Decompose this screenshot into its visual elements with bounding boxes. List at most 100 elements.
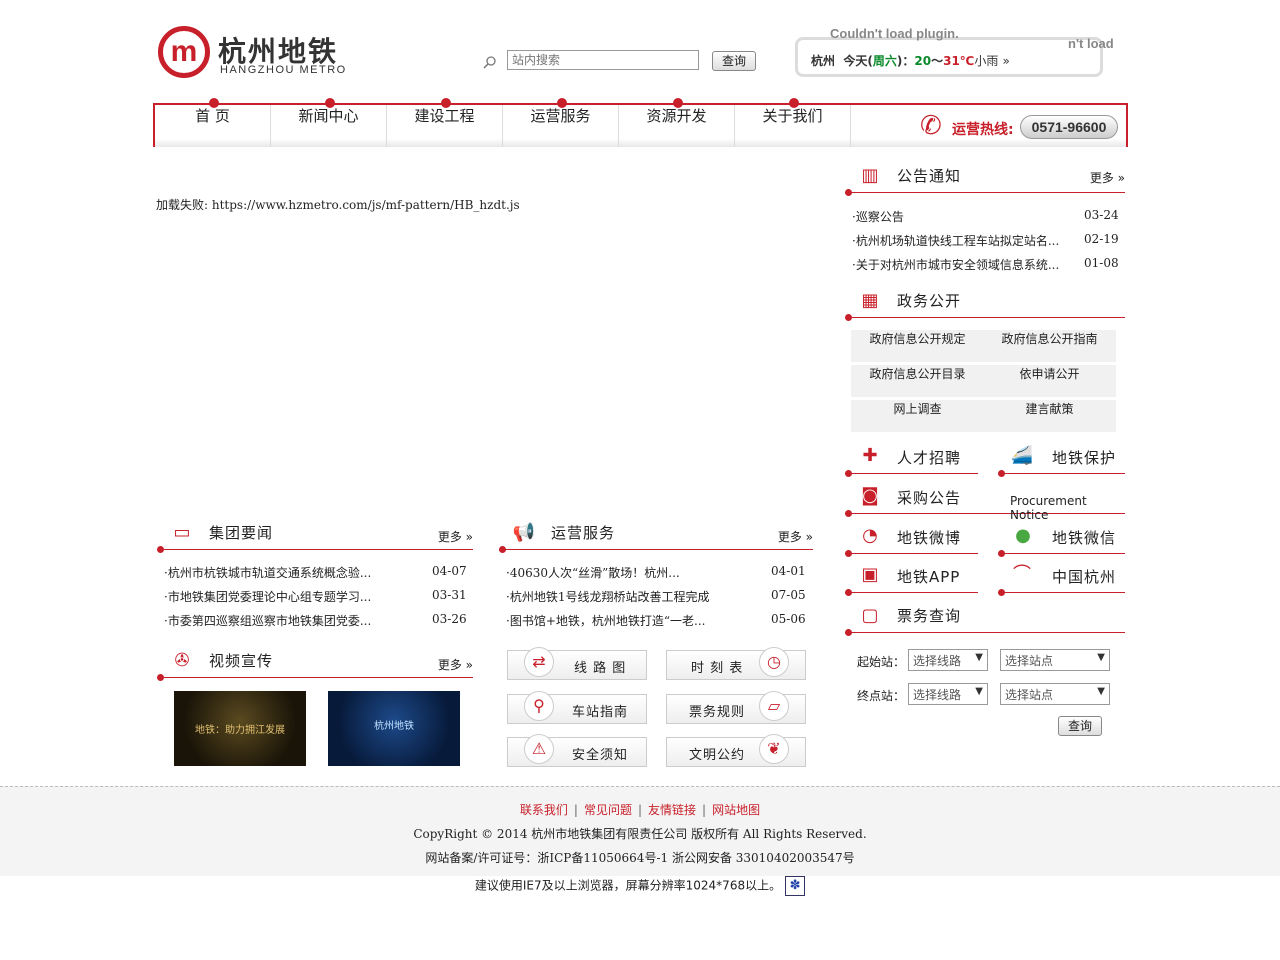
search-input[interactable] <box>507 50 699 70</box>
ticket-rules-button[interactable]: 票务规则 ▱ <box>666 691 806 724</box>
group-news-item[interactable]: ·市地铁集团党委理论中心组专题学习... <box>164 588 371 605</box>
section-dot <box>998 550 1005 557</box>
video-more-link[interactable]: 更多 » <box>438 656 473 673</box>
protect-label: 地铁保护 <box>1052 449 1117 467</box>
nav-item-about[interactable]: 关于我们 <box>735 105 851 147</box>
recruit-link[interactable]: ✚ 人才招聘 <box>845 440 978 477</box>
weather-close: )： <box>896 54 915 68</box>
ticket-query-header: ▢ 票务查询 <box>845 599 1125 636</box>
group-news-date: 03-31 <box>432 588 467 602</box>
gov-cell-survey[interactable]: 网上调查 <box>851 400 984 432</box>
monitor-icon: ▢ <box>861 605 879 626</box>
ticket-query-button[interactable]: 查询 <box>1058 716 1102 736</box>
ops-service-header: 📢 运营服务 更多 » <box>499 516 813 553</box>
hotline-label: 运营热线: <box>952 122 1014 138</box>
section-dot <box>845 470 852 477</box>
nav-dot <box>673 98 683 108</box>
site-logo[interactable]: m 杭州地铁 HANGZHOU METRO <box>158 26 348 80</box>
group-news-item[interactable]: ·杭州市杭铁城市轨道交通系统概念验... <box>164 564 371 581</box>
route-map-label: 线 路 图 <box>574 661 627 676</box>
nav-dot <box>557 98 567 108</box>
hotline-number: 0571-96600 <box>1020 115 1118 139</box>
gov-cell-regulation[interactable]: 政府信息公开规定 <box>851 330 984 362</box>
video-caption: 杭州地铁 <box>374 721 414 732</box>
gov-cell-application[interactable]: 依申请公开 <box>983 365 1116 397</box>
procure-link[interactable]: ◙ 采购公告 Procurement Notice <box>845 480 1125 522</box>
video-thumbnail[interactable]: 地铁：助力拥江发展 <box>174 691 306 766</box>
group-news-more-link[interactable]: 更多 » <box>438 528 473 545</box>
location-pin-icon: ⚲ <box>524 691 554 721</box>
notice-item[interactable]: ·杭州机场轨道快线工程车站拟定站名... <box>852 232 1059 249</box>
nav-item-resource[interactable]: 资源开发 <box>619 105 735 147</box>
video-thumbnail[interactable]: 杭州地铁 <box>328 691 460 766</box>
procure-icon: ◙ <box>861 485 879 506</box>
weather-weekday: 周六 <box>872 54 897 68</box>
notice-item[interactable]: ·关于对杭州市城市安全领域信息系统... <box>852 256 1059 273</box>
group-news-date: 04-07 <box>432 564 467 578</box>
stats-paw-icon[interactable]: ✽ <box>785 876 806 896</box>
china-hangzhou-link[interactable]: ⌒ 中国杭州 <box>998 559 1125 596</box>
gov-cell-suggestion[interactable]: 建言献策 <box>983 400 1116 432</box>
section-dot <box>845 550 852 557</box>
safety-icon: ⚠ <box>524 734 554 764</box>
weibo-label: 地铁微博 <box>897 529 962 547</box>
section-dot <box>499 546 506 553</box>
station-guide-button[interactable]: ⚲ 车站指南 <box>507 691 647 724</box>
footer-link-friends[interactable]: 友情链接 <box>648 803 696 817</box>
start-station-select[interactable]: 选择站点 ▼ <box>1000 649 1110 671</box>
video-header: ✇ 视频宣传 更多 » <box>157 644 473 681</box>
ops-news-date: 07-05 <box>771 588 806 602</box>
end-line-value: 选择线路 <box>913 688 962 702</box>
notice-date: 01-08 <box>1084 256 1119 270</box>
footer-link-faq[interactable]: 常见问题 <box>584 803 632 817</box>
nav-item-news[interactable]: 新闻中心 <box>271 105 387 147</box>
civility-pact-button[interactable]: 文明公约 ❦ <box>666 734 806 767</box>
wechat-label: 地铁微信 <box>1052 529 1117 547</box>
timetable-button[interactable]: 时 刻 表 ◷ <box>666 647 806 680</box>
section-dot <box>998 470 1005 477</box>
group-news-title: 集团要闻 <box>209 524 274 542</box>
ops-news-item[interactable]: ·杭州地铁1号线龙翔桥站改善工程完成 <box>506 588 709 605</box>
ops-service-more-link[interactable]: 更多 » <box>778 528 813 545</box>
ops-news-item[interactable]: ·40630人次“丝滑”散场！杭州... <box>506 564 680 581</box>
megaphone-icon: 📢 <box>512 522 536 543</box>
protect-link[interactable]: 🚄 地铁保护 <box>998 440 1125 477</box>
nav-item-home[interactable]: 首 页 <box>155 105 271 147</box>
search-button[interactable]: 查询 <box>712 51 756 71</box>
recruit-label: 人才招聘 <box>897 449 962 467</box>
ops-service-title: 运营服务 <box>551 524 616 542</box>
section-dot <box>845 510 852 517</box>
station-guide-label: 车站指南 <box>572 705 629 720</box>
notice-date: 03-24 <box>1084 208 1119 222</box>
notice-item[interactable]: ·巡察公告 <box>852 208 904 225</box>
ticket-query-title: 票务查询 <box>897 607 962 625</box>
chevron-down-icon: ▼ <box>1097 652 1105 663</box>
safety-notice-label: 安全须知 <box>572 748 629 763</box>
footer-link-sitemap[interactable]: 网站地图 <box>712 803 760 817</box>
end-line-select[interactable]: 选择线路 ▼ <box>908 683 988 705</box>
nav-item-operation[interactable]: 运营服务 <box>503 105 619 147</box>
safety-notice-button[interactable]: ⚠ 安全须知 <box>507 734 647 767</box>
plugin-error-text-partial: n't load <box>1068 36 1114 51</box>
group-news-date: 03-26 <box>432 612 467 626</box>
footer-links: 联系我们 | 常见问题 | 友情链接 | 网站地图 <box>519 803 761 817</box>
app-link[interactable]: ▣ 地铁APP <box>845 559 978 596</box>
footer-link-contact[interactable]: 联系我们 <box>520 803 568 817</box>
group-news-item[interactable]: ·市委第四巡察组巡察市地铁集团党委... <box>164 612 371 629</box>
notice-more-link[interactable]: 更多 » <box>1090 169 1125 186</box>
laptop-icon: ▭ <box>173 522 191 543</box>
start-line-select[interactable]: 选择线路 ▼ <box>908 649 988 671</box>
nav-item-construction[interactable]: 建设工程 <box>387 105 503 147</box>
ticket-icon: ▱ <box>759 691 789 721</box>
weibo-link[interactable]: ◔ 地铁微博 <box>845 520 978 557</box>
gov-cell-catalog[interactable]: 政府信息公开目录 <box>851 365 984 397</box>
weather-more-icon[interactable]: » <box>1003 54 1010 68</box>
end-station-label: 终点站： <box>857 689 906 703</box>
gov-cell-guide[interactable]: 政府信息公开指南 <box>983 330 1116 362</box>
wechat-link[interactable]: ● 地铁微信 <box>998 520 1125 557</box>
ops-news-item[interactable]: ·图书馆+地铁，杭州地铁打造“一老... <box>506 612 705 629</box>
route-map-button[interactable]: ⇄ 线 路 图 <box>507 647 647 680</box>
end-station-select[interactable]: 选择站点 ▼ <box>1000 683 1110 705</box>
handshake-icon: ❦ <box>759 734 789 764</box>
section-dot <box>157 546 164 553</box>
